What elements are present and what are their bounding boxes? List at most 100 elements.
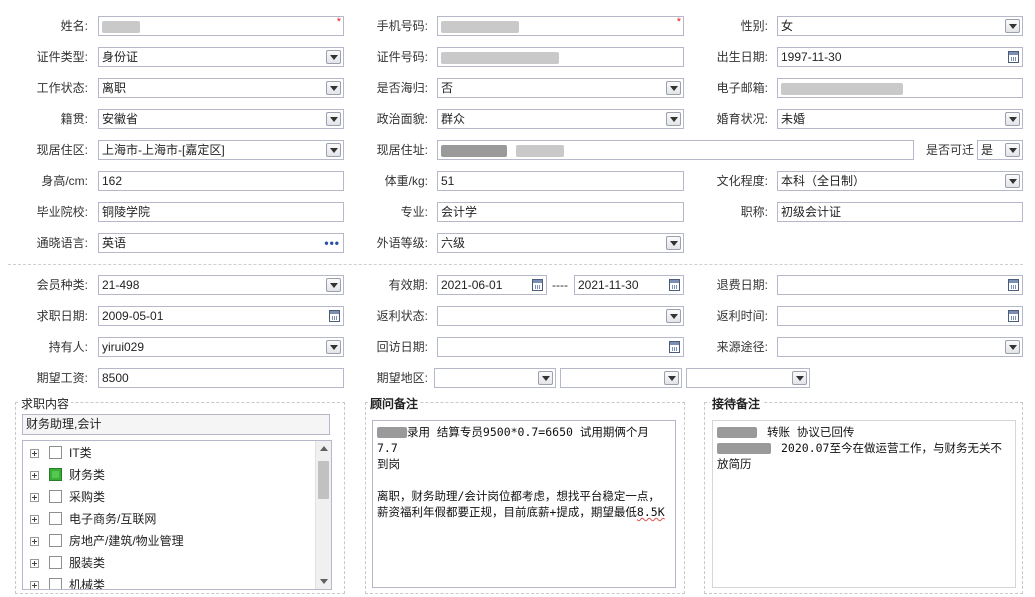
overseas-select[interactable]: 否 — [437, 78, 684, 98]
address-field[interactable] — [437, 140, 914, 160]
tree-item[interactable]: 房地产/建筑/物业管理 — [27, 531, 317, 551]
valid-to-field[interactable]: 2021-11-30 — [574, 275, 684, 295]
reception-notes-textarea[interactable]: 转账 协议已回传 2020.07至今在做运营工作，与财务无关不 放简历 — [712, 420, 1016, 588]
marital-select[interactable]: 未婚 — [777, 109, 1023, 129]
email-field[interactable] — [777, 78, 1023, 98]
chevron-down-icon[interactable] — [664, 371, 679, 385]
major-field[interactable]: 会计学 — [437, 202, 684, 222]
category-checkbox[interactable] — [49, 556, 62, 569]
salary-field[interactable]: 8500 — [98, 368, 344, 388]
chevron-down-icon[interactable] — [792, 371, 807, 385]
school-field[interactable]: 铜陵学院 — [98, 202, 344, 222]
scroll-up-icon[interactable] — [320, 446, 328, 451]
expand-icon[interactable] — [30, 559, 39, 568]
category-checkbox[interactable] — [49, 468, 62, 481]
foreign-level-select[interactable]: 六级 — [437, 233, 684, 253]
holder-select[interactable]: yirui029 — [98, 337, 344, 357]
category-checkbox[interactable] — [49, 490, 62, 503]
expand-icon[interactable] — [30, 537, 39, 546]
name-field[interactable]: * — [98, 16, 344, 36]
tree-item[interactable]: 服装类 — [27, 553, 317, 573]
tree-item[interactable]: 采购类 — [27, 487, 317, 507]
calendar-icon[interactable] — [1008, 310, 1019, 322]
calendar-icon[interactable] — [532, 279, 543, 291]
education-select[interactable]: 本科（全日制） — [777, 171, 1023, 191]
relocate-select[interactable]: 是 — [977, 140, 1023, 160]
chevron-down-icon[interactable] — [1005, 19, 1020, 33]
category-checkbox[interactable] — [49, 534, 62, 547]
language-field[interactable]: 英语 ••• — [98, 233, 344, 253]
job-title-value: 初级会计证 — [781, 205, 842, 219]
category-checkbox[interactable] — [49, 512, 62, 525]
category-checkbox[interactable] — [49, 446, 62, 459]
region-select-2[interactable] — [560, 368, 682, 388]
calendar-icon[interactable] — [669, 279, 680, 291]
tree-scrollbar[interactable] — [315, 441, 331, 589]
id-type-value: 身份证 — [102, 50, 139, 64]
expand-icon[interactable] — [30, 515, 39, 524]
chevron-down-icon[interactable] — [326, 50, 341, 64]
language-label: 通晓语言: — [36, 236, 88, 250]
more-options-icon[interactable]: ••• — [324, 234, 340, 252]
chevron-down-icon[interactable] — [326, 340, 341, 354]
tree-item[interactable]: 机械类 — [27, 575, 317, 589]
chevron-down-icon[interactable] — [1005, 112, 1020, 126]
refund-date-field[interactable] — [777, 275, 1023, 295]
chevron-down-icon[interactable] — [1005, 143, 1020, 157]
chevron-down-icon[interactable] — [326, 278, 341, 292]
height-field[interactable]: 162 — [98, 171, 344, 191]
chevron-down-icon[interactable] — [326, 143, 341, 157]
category-checkbox[interactable] — [49, 578, 62, 589]
member-type-select[interactable]: 21-498 — [98, 275, 344, 295]
job-title-label: 职称: — [740, 205, 768, 219]
source-select[interactable] — [777, 337, 1023, 357]
chevron-down-icon[interactable] — [326, 81, 341, 95]
reception-notes-line1: 转账 协议已回传 — [767, 425, 855, 439]
expand-icon[interactable] — [30, 471, 39, 480]
job-title-field[interactable]: 初级会计证 — [777, 202, 1023, 222]
region-select-1[interactable] — [434, 368, 556, 388]
expand-icon[interactable] — [30, 581, 39, 589]
category-label: 财务类 — [69, 468, 106, 482]
chevron-down-icon[interactable] — [666, 309, 681, 323]
native-place-select[interactable]: 安徽省 — [98, 109, 344, 129]
refund-date-label: 退费日期: — [716, 278, 768, 292]
expand-icon[interactable] — [30, 449, 39, 458]
birth-date-field[interactable]: 1997-11-30 — [777, 47, 1023, 67]
advisor-notes-textarea[interactable]: 录用 结算专员9500*0.7=6650 试用期俩个月 7.7 到岗 离职，财务… — [372, 420, 676, 588]
calendar-icon[interactable] — [1008, 279, 1019, 291]
visit-date-field[interactable] — [437, 337, 684, 357]
calendar-icon[interactable] — [329, 310, 340, 322]
scroll-down-icon[interactable] — [320, 579, 328, 584]
chevron-down-icon[interactable] — [1005, 174, 1020, 188]
id-type-select[interactable]: 身份证 — [98, 47, 344, 67]
phone-field[interactable]: * — [437, 16, 684, 36]
work-status-select[interactable]: 离职 — [98, 78, 344, 98]
chevron-down-icon[interactable] — [326, 112, 341, 126]
rebate-status-select[interactable] — [437, 306, 684, 326]
calendar-icon[interactable] — [669, 341, 680, 353]
job-date-field[interactable]: 2009-05-01 — [98, 306, 344, 326]
expand-icon[interactable] — [30, 493, 39, 502]
chevron-down-icon[interactable] — [666, 81, 681, 95]
gender-select[interactable]: 女 — [777, 16, 1023, 36]
job-category-tree[interactable]: IT类 财务类 采购类 电子商务/互联网 房地产/建筑/物业管理 服装类 机械类 — [22, 440, 332, 590]
weight-value: 51 — [441, 174, 455, 188]
region-select-3[interactable] — [686, 368, 810, 388]
weight-field[interactable]: 51 — [437, 171, 684, 191]
chevron-down-icon[interactable] — [666, 112, 681, 126]
job-content-selected[interactable]: 财务助理,会计 — [22, 414, 330, 435]
tree-item[interactable]: IT类 — [27, 443, 317, 463]
tree-item[interactable]: 电子商务/互联网 — [27, 509, 317, 529]
tree-item[interactable]: 财务类 — [27, 465, 317, 485]
chevron-down-icon[interactable] — [666, 236, 681, 250]
rebate-time-field[interactable] — [777, 306, 1023, 326]
scroll-thumb[interactable] — [318, 461, 329, 499]
chevron-down-icon[interactable] — [538, 371, 553, 385]
political-select[interactable]: 群众 — [437, 109, 684, 129]
calendar-icon[interactable] — [1008, 51, 1019, 63]
residence-select[interactable]: 上海市-上海市-[嘉定区] — [98, 140, 344, 160]
id-number-field[interactable] — [437, 47, 684, 67]
chevron-down-icon[interactable] — [1005, 340, 1020, 354]
valid-from-field[interactable]: 2021-06-01 — [437, 275, 547, 295]
